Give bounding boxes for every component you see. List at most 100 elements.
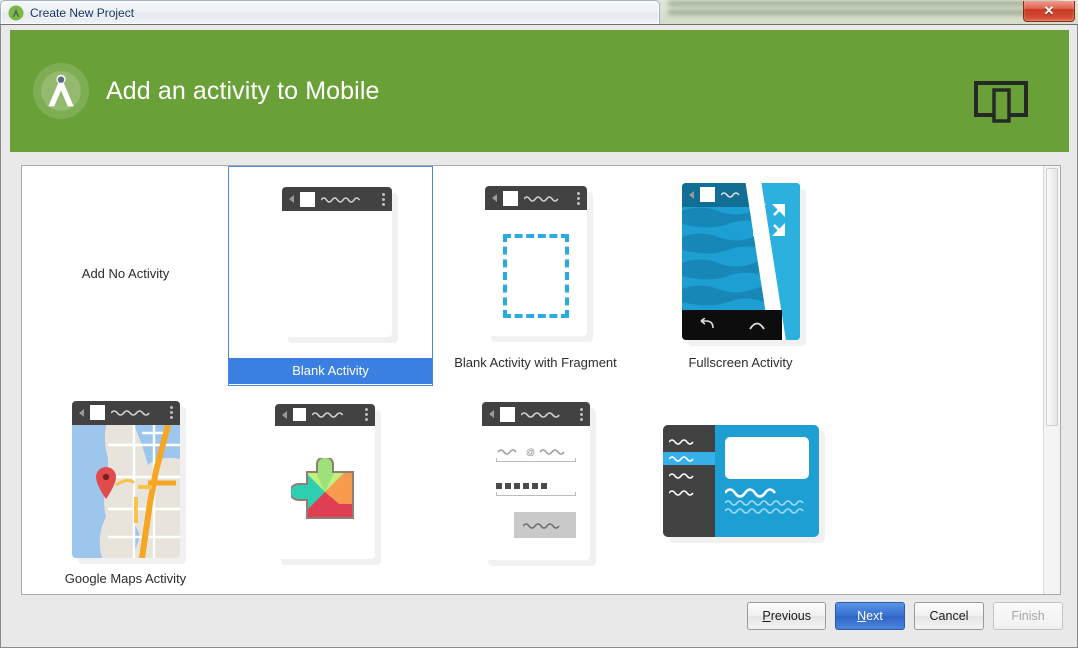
page-title: Add an activity to Mobile [106,76,380,105]
email-field[interactable]: @ [495,444,576,462]
nav-home-icon [748,322,765,330]
list-item-squiggle-icon [668,489,694,496]
phone-mockup [274,403,375,559]
back-chevron-icon [281,410,287,419]
template-label-blank-activity-with-fragment: Blank Activity with Fragment [454,355,617,370]
title-squiggle-icon [311,412,343,418]
previous-button-label-rest: revious [770,609,811,623]
tablet-mockup [662,425,819,537]
list-item [663,486,715,499]
template-label-google-play-services-activity [228,572,433,575]
scrollbar-thumb[interactable] [1046,168,1058,426]
title-squiggle-icon [720,192,740,198]
overflow-menu-icon [576,191,580,205]
back-chevron-icon [488,410,494,418]
template-card-navigation-drawer-activity[interactable] [23,586,228,594]
window-titlebar: Create New Project [0,0,660,24]
play-services-puzzle-icon [275,426,375,559]
android-studio-icon [8,5,24,20]
nav-back-icon [700,317,714,328]
cancel-button-label: Cancel [929,609,969,623]
create-new-project-window: Create New Project ✕ Add an activity to … [0,0,1078,648]
back-chevron-icon [688,190,694,199]
svg-text:@: @ [526,447,535,457]
next-button[interactable]: Next [835,602,905,630]
gallery-scrollbar[interactable] [1043,166,1060,594]
close-button[interactable]: ✕ [1023,1,1075,22]
window-title: Create New Project [30,5,135,20]
close-icon: ✕ [1043,3,1055,18]
previous-button[interactable]: Previous [747,602,826,630]
detail-pane [715,425,819,537]
password-dots-icon [495,478,576,489]
wizard-header: Add an activity to Mobile [10,30,1069,152]
list-item-squiggle-icon [668,455,694,462]
device-mobile-and-tablet-icon [974,81,1028,123]
master-list-pane [662,425,715,537]
app-bar [71,400,180,425]
template-label-fullscreen-activity: Fullscreen Activity [688,355,793,370]
list-item-squiggle-icon [668,472,694,479]
thumbnail-fullscreen-activity [638,166,843,352]
next-mnemonic: N [857,609,867,623]
detail-card [724,437,809,479]
app-icon-square [499,406,515,422]
app-icon-square [299,191,315,207]
phone-mockup [281,187,392,337]
fullscreen-expand-icon [752,203,785,236]
finish-button-label: Finish [1011,609,1045,623]
template-label-login-activity [433,572,638,575]
finish-button: Finish [993,602,1063,630]
thumbnail-settings-activity [228,586,433,594]
app-icon-square [89,405,105,420]
dialog-button-bar: Previous Next Cancel Finish [747,602,1063,630]
map-graphic [71,424,180,558]
login-form: @ [482,432,590,560]
list-item [663,435,715,448]
template-card-blank-activity-with-fragment[interactable]: Blank Activity with Fragment [433,166,638,386]
thumbnail-master-detail-flow [638,386,843,572]
template-card-master-detail-flow[interactable] [638,386,843,586]
template-card-fullscreen-activity[interactable]: Fullscreen Activity [638,166,843,386]
template-label-master-detail-flow [638,572,843,575]
cancel-button[interactable]: Cancel [914,602,984,630]
phone-mockup: @ [481,402,590,560]
back-chevron-icon [288,195,294,203]
previous-mnemonic: P [762,609,771,623]
sign-in-button[interactable] [513,512,576,538]
app-bar [481,402,590,426]
thumbnail-login-activity: @ [433,386,638,572]
title-squiggle-icon [523,195,558,202]
android-studio-compass-logo [32,62,90,120]
button-label-squiggle-icon [522,522,560,529]
phone-mockup [484,186,587,336]
detail-text-squiggles-icon [723,488,804,514]
system-navigation-bar [681,309,782,340]
app-bar [484,186,587,210]
password-field[interactable] [495,478,576,496]
thumbnail-blank-activity-fragment [433,166,638,352]
phone-mockup [71,400,180,558]
thumbnail-blank-activity [229,167,432,353]
puzzle-piece-graphic [290,458,354,519]
phone-mockup [681,182,800,340]
template-card-login-activity[interactable]: @ [433,386,638,586]
back-chevron-icon [491,194,497,202]
template-label-add-no-activity: Add No Activity [81,266,170,281]
title-squiggle-icon [110,410,150,416]
overflow-menu-icon [169,406,173,419]
list-item-selected [662,452,715,465]
template-card-settings-activity[interactable] [228,586,433,594]
overflow-menu-icon [579,407,583,421]
overflow-menu-icon [364,408,368,421]
template-card-add-no-activity[interactable]: Add No Activity [23,166,228,386]
template-card-blank-activity[interactable]: Blank Activity [228,166,433,386]
template-card-google-maps-activity[interactable]: Google Maps Activity [23,386,228,586]
email-placeholder-squiggle-icon: @ [496,447,565,457]
title-squiggle-icon [520,411,560,418]
dialog-body: Add an activity to Mobile Add No Activit… [0,24,1078,648]
map-illustration [71,424,180,558]
app-bar [281,187,392,211]
next-button-label-rest: ext [866,609,883,623]
template-card-google-play-services-activity[interactable] [228,386,433,586]
